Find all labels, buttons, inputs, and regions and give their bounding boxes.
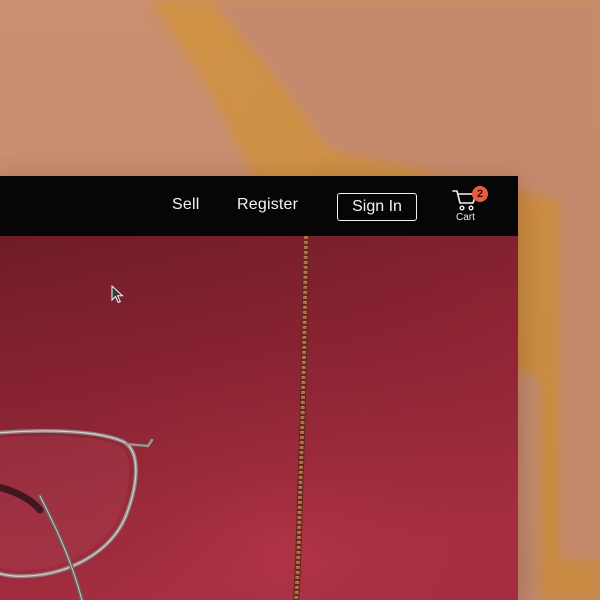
nav-link-sell[interactable]: Sell bbox=[172, 195, 199, 215]
hero-image bbox=[0, 236, 518, 600]
cart-button[interactable]: 2 Cart bbox=[452, 186, 488, 226]
cart-label: Cart bbox=[456, 212, 475, 223]
browser-window: Sell Register Sign In 2 Cart bbox=[0, 176, 518, 600]
cart-count-badge: 2 bbox=[472, 186, 488, 202]
hero-photo bbox=[0, 236, 518, 600]
nav-link-register[interactable]: Register bbox=[237, 195, 298, 215]
top-navbar: Sell Register Sign In 2 Cart bbox=[0, 176, 518, 236]
sign-in-button[interactable]: Sign In bbox=[337, 193, 417, 221]
